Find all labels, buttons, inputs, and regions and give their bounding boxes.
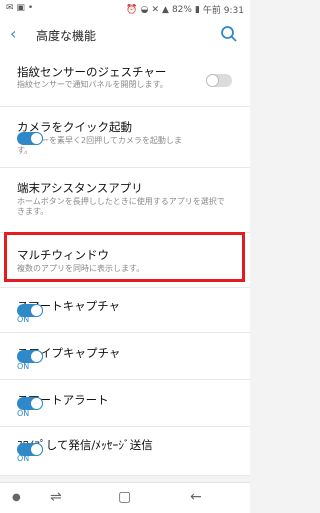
settings-list: 指紋センサーのジェスチャー 指紋センサーで通知パネルを開閉します。 カメラをクイ… <box>0 52 250 476</box>
toggle-switch[interactable] <box>17 304 43 317</box>
toggle-knob <box>30 443 43 456</box>
toggle-knob <box>206 74 219 87</box>
toggle-knob <box>30 132 43 145</box>
list-item-multi-window[interactable]: マルチウィンドウ 複数のアプリを同時に表示します。 <box>0 233 250 288</box>
item-title: 端末アシスタンスアプリ <box>17 181 143 195</box>
status-icons: ⏰ ◒ ✕ ▲ 82% ▮ 午前 9:31 <box>126 3 244 17</box>
app-bar: ‹ 高度な機能 <box>0 18 250 52</box>
toggle-switch[interactable] <box>17 397 43 410</box>
wifi-icon: ◒ <box>140 4 149 15</box>
battery-icon: ▮ <box>194 4 200 15</box>
back-icon[interactable]: ← <box>190 489 202 505</box>
battery-percent: 82% <box>171 4 192 15</box>
item-state: ON <box>17 362 30 371</box>
item-title: マルチウィンドウ <box>17 248 109 262</box>
toggle-knob <box>30 350 43 363</box>
list-item-fingerprint-gesture[interactable]: 指紋センサーのジェスチャー 指紋センサーで通知パネルを開閉します。 <box>0 52 250 107</box>
clock: 午前 9:31 <box>202 6 244 16</box>
navigation-bar: ● ⇌ ▢ ← <box>0 482 250 513</box>
signal-icon: ▲ <box>162 4 169 15</box>
item-subtitle: 複数のアプリを同時に表示します。 <box>17 264 145 273</box>
list-item-smart-capture[interactable]: スマートキャプチャ ON <box>0 288 250 333</box>
search-icon[interactable] <box>220 25 238 43</box>
item-subtitle: ホームボタンを長押ししたときに使用するアプリを選択できます。 <box>17 197 225 216</box>
notification-icon: ▣ <box>16 3 25 13</box>
alarm-icon: ⏰ <box>126 4 138 15</box>
list-item-swipe-capture[interactable]: スワイプキャプチャ ON <box>0 333 250 380</box>
list-item-smart-alert[interactable]: スマートアラート ON <box>0 380 250 427</box>
item-title: 指紋センサーのジェスチャー <box>17 65 167 79</box>
notification-icon: • <box>27 3 34 13</box>
item-subtitle: 電源キーを素早く2回押してカメラを起動します。 <box>17 136 182 155</box>
page-title: 高度な機能 <box>36 29 97 43</box>
home-icon[interactable]: ▢ <box>118 489 131 505</box>
list-item-assistance-app[interactable]: 端末アシスタンスアプリ ホームボタンを長押ししたときに使用するアプリを選択できま… <box>0 168 250 233</box>
toggle-switch[interactable] <box>17 350 43 363</box>
notification-icons: ✉ ▣ • <box>6 3 33 13</box>
mute-icon: ✕ <box>151 4 160 15</box>
item-subtitle: 指紋センサーで通知パネルを開閉します。 <box>17 80 168 89</box>
back-arrow-icon[interactable]: ‹ <box>10 24 16 43</box>
toggle-knob <box>30 304 43 317</box>
dot-icon[interactable]: ● <box>12 492 21 503</box>
toggle-switch[interactable] <box>206 74 232 87</box>
item-state: ON <box>17 409 30 418</box>
toggle-switch[interactable] <box>17 132 43 145</box>
toggle-knob <box>30 397 43 410</box>
status-bar: ✉ ▣ • ⏰ ◒ ✕ ▲ 82% ▮ 午前 9:31 <box>0 0 250 18</box>
notification-icon: ✉ <box>6 3 14 13</box>
toggle-switch[interactable] <box>17 443 43 456</box>
list-item-camera-quick-launch[interactable]: カメラをクイック起動 電源キーを素早く2回押してカメラを起動します。 <box>0 107 250 168</box>
list-item-swipe-call-message[interactable]: ｽﾜｲﾌﾟして発信/ﾒｯｾｰｼﾞ送信 ON <box>0 427 250 476</box>
recent-apps-icon[interactable]: ⇌ <box>50 489 62 505</box>
